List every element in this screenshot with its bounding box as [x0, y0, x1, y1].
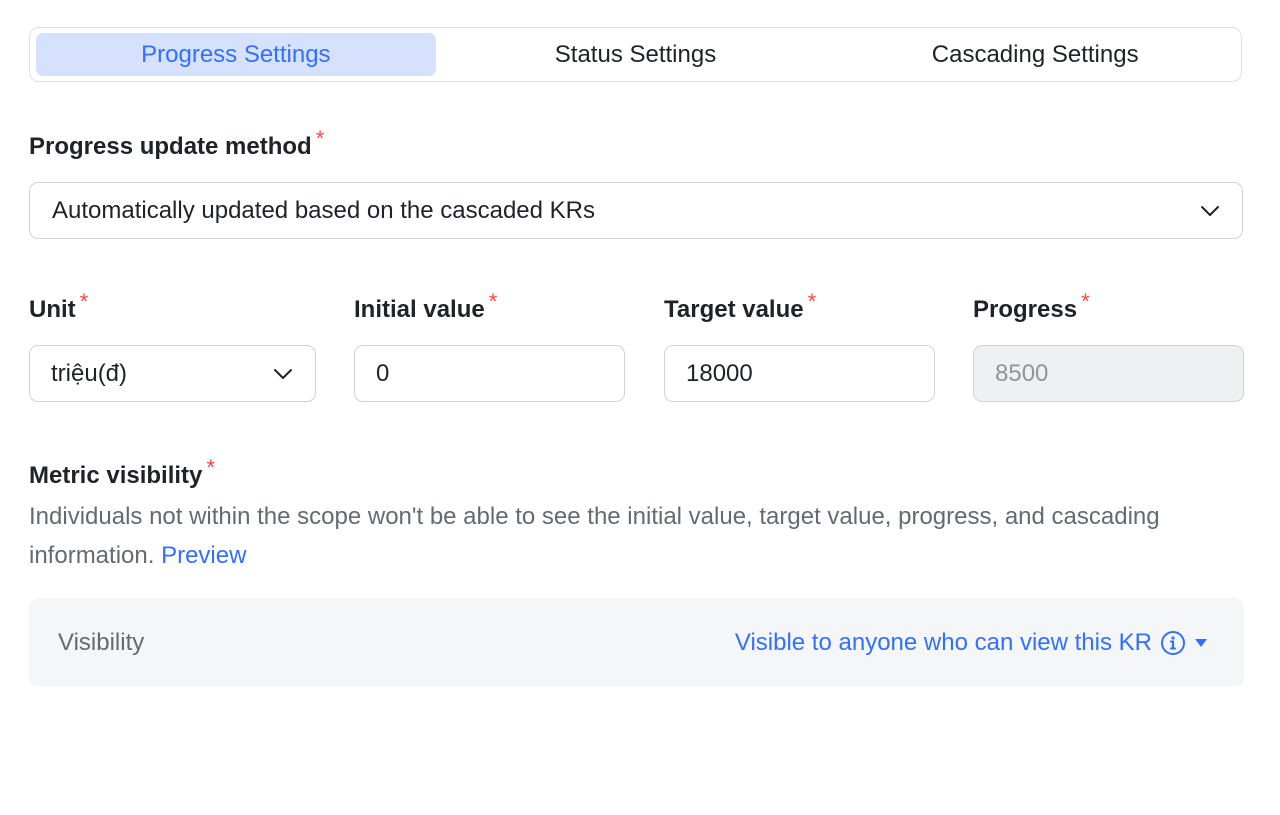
- target-value-label: Target value *: [664, 289, 816, 324]
- progress-value: 8500: [995, 359, 1049, 387]
- tab-cascading-settings[interactable]: Cascading Settings: [835, 33, 1235, 76]
- progress-method-value: Automatically updated based on the casca…: [52, 196, 596, 224]
- tab-progress-settings[interactable]: Progress Settings: [36, 33, 436, 76]
- required-mark: *: [79, 289, 89, 314]
- initial-value-label-text: Initial value: [354, 296, 485, 323]
- required-mark: *: [1081, 289, 1090, 314]
- progress-method-select[interactable]: Automatically updated based on the casca…: [29, 182, 1243, 239]
- target-value-label-text: Target value: [664, 296, 804, 323]
- progress-method-label: Progress update method *: [29, 126, 324, 161]
- initial-value-input[interactable]: [376, 359, 603, 388]
- initial-value-field[interactable]: [354, 345, 625, 402]
- required-mark: *: [488, 289, 498, 314]
- metric-visibility-label-text: Metric visibility: [29, 462, 203, 489]
- required-mark: *: [315, 126, 325, 151]
- chevron-down-icon: [1201, 205, 1219, 216]
- preview-link[interactable]: Preview: [161, 542, 246, 569]
- unit-label-text: Unit: [29, 296, 76, 323]
- target-value-input[interactable]: [686, 359, 913, 388]
- visibility-row: Visibility Visible to anyone who can vie…: [29, 598, 1244, 687]
- visibility-value: Visible to anyone who can view this KR: [734, 628, 1152, 656]
- caret-down-icon: [1195, 638, 1207, 647]
- progress-method-label-text: Progress update method: [29, 133, 312, 160]
- unit-select[interactable]: triệu(đ): [29, 345, 316, 402]
- required-mark: *: [206, 455, 215, 480]
- metric-visibility-label: Metric visibility *: [29, 455, 215, 490]
- required-mark: *: [807, 289, 817, 314]
- settings-tabs: Progress Settings Status Settings Cascad…: [29, 27, 1242, 82]
- visibility-label: Visibility: [58, 628, 145, 656]
- progress-settings-panel: Progress Settings Status Settings Cascad…: [0, 0, 1280, 815]
- visibility-dropdown[interactable]: Visible to anyone who can view this KR: [735, 629, 1208, 657]
- tab-status-settings[interactable]: Status Settings: [436, 33, 836, 76]
- info-circle-icon[interactable]: [1160, 630, 1186, 656]
- progress-field: 8500: [973, 345, 1244, 402]
- target-value-field[interactable]: [664, 345, 935, 402]
- metric-visibility-description: Individuals not within the scope won't b…: [29, 497, 1229, 575]
- unit-label: Unit *: [29, 289, 88, 324]
- progress-label-text: Progress: [973, 296, 1078, 323]
- progress-label: Progress *: [973, 289, 1090, 324]
- unit-value: triệu(đ): [51, 359, 128, 387]
- initial-value-label: Initial value *: [354, 289, 497, 324]
- chevron-down-icon: [274, 368, 292, 379]
